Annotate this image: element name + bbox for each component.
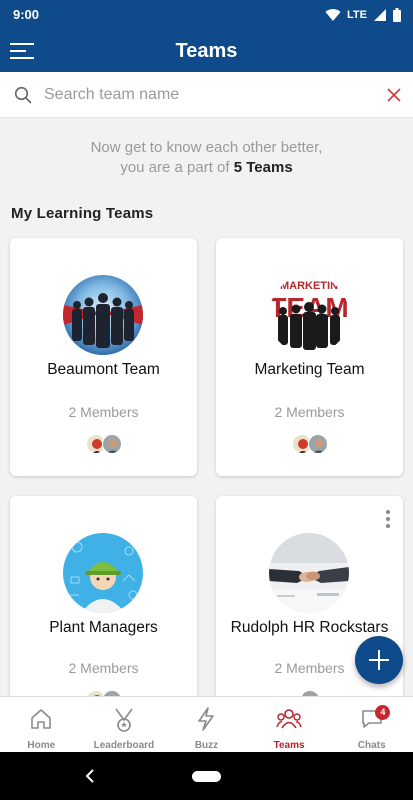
home-pill-button[interactable] <box>192 771 221 782</box>
add-team-button[interactable] <box>355 636 403 684</box>
search-input[interactable] <box>44 82 374 108</box>
battery-icon <box>393 8 401 22</box>
page-title: Teams <box>175 40 238 62</box>
chat-badge: 4 <box>375 705 391 720</box>
member-count: 2 Members <box>68 404 139 420</box>
app-header: Teams <box>0 30 413 72</box>
nav-teams[interactable]: Teams <box>248 697 331 752</box>
search-icon <box>14 86 32 104</box>
section-title: My Learning Teams <box>11 205 154 222</box>
intro-text: Now get to know each other better, you a… <box>90 139 323 176</box>
wifi-icon <box>325 9 341 21</box>
team-count: 5 Teams <box>233 159 293 176</box>
nav-home[interactable]: Home <box>0 697 83 752</box>
member-avatars <box>216 434 403 454</box>
member-count: 2 Members <box>274 404 345 420</box>
signal-icon <box>374 9 386 21</box>
team-avatar: MARKETIN TEAM <box>269 275 349 355</box>
people-icon <box>276 709 302 729</box>
team-name: Plant Managers <box>49 619 158 636</box>
network-type: LTE <box>347 9 367 21</box>
back-icon[interactable] <box>84 766 96 786</box>
medal-icon <box>115 708 133 732</box>
team-avatar <box>63 275 143 355</box>
team-name: Beaumont Team <box>47 361 160 378</box>
avatar <box>101 434 122 454</box>
team-name: Marketing Team <box>254 361 365 378</box>
member-count: 2 Members <box>68 660 139 676</box>
lightning-icon <box>198 707 215 731</box>
team-card-plant-managers[interactable]: Plant Managers 2 Members <box>10 496 197 716</box>
status-bar: 9:00 LTE <box>0 0 413 30</box>
member-avatars <box>10 434 197 454</box>
nav-buzz[interactable]: Buzz <box>165 697 248 752</box>
home-icon <box>31 709 52 729</box>
nav-leaderboard[interactable]: Leaderboard <box>83 697 166 752</box>
more-options-icon[interactable] <box>383 510 393 532</box>
close-icon[interactable] <box>387 88 401 102</box>
nav-chats[interactable]: 4 Chats <box>330 697 413 752</box>
system-nav-bar <box>0 752 413 800</box>
team-card-beaumont[interactable]: Beaumont Team 2 Members <box>10 238 197 476</box>
team-name: Rudolph HR Rockstars <box>230 619 389 636</box>
svg-text:MARKETIN: MARKETIN <box>280 280 338 292</box>
status-time: 9:00 <box>13 7 40 22</box>
search-bar <box>0 72 413 118</box>
team-avatar <box>63 533 143 613</box>
team-card-marketing[interactable]: MARKETIN TEAM Marketing Team 2 Members <box>216 238 403 476</box>
bottom-nav: Home Leaderboard Buzz Teams 4 Chats <box>0 696 413 752</box>
team-avatar <box>269 533 349 613</box>
avatar <box>307 434 328 454</box>
